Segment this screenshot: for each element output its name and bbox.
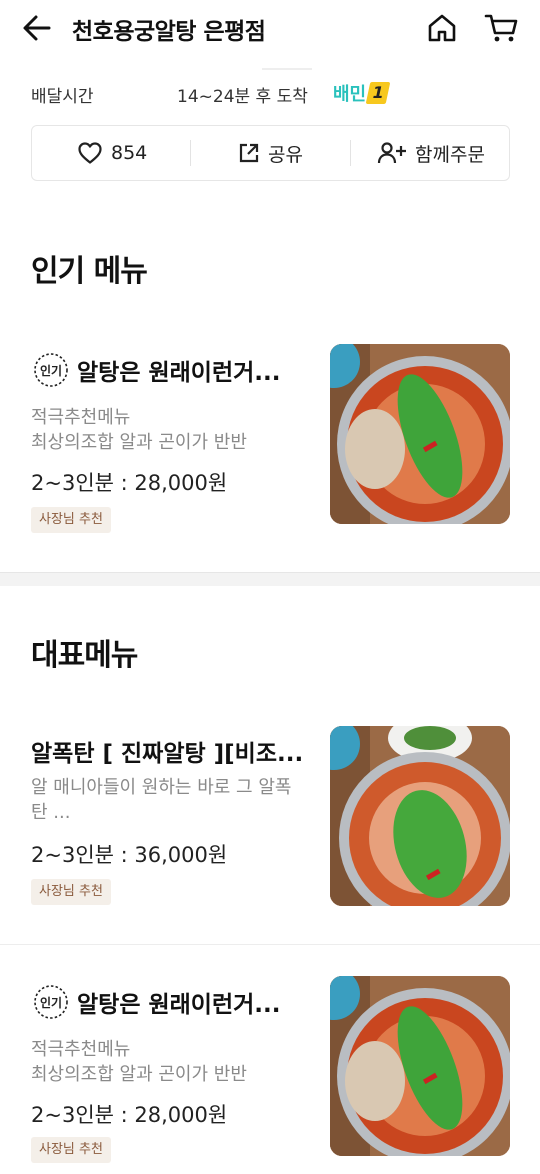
- menu-desc-line: 알 매니아들이 원하는 바로 그 알폭: [31, 777, 292, 798]
- scroll-indicator: [262, 68, 312, 70]
- menu-photo: [330, 344, 510, 524]
- popular-menu-title: 인기 메뉴: [31, 254, 148, 289]
- store-action-bar: 854 공유 함께주문: [31, 125, 510, 181]
- like-button[interactable]: 854: [77, 126, 147, 180]
- menu-item[interactable]: 인기 알탕은 원래이런거... 적극추천메뉴 최상의조합 알과 곤이가 반반 2…: [0, 330, 540, 560]
- menu-name: 알탕은 원래이런거...: [77, 992, 281, 1018]
- popular-badge: 인기: [31, 350, 71, 390]
- delivery-time: 14~24분 후 도착: [177, 87, 308, 107]
- cart-icon[interactable]: [484, 12, 520, 44]
- share-label: 공유: [268, 143, 303, 166]
- menu-photo: [330, 976, 510, 1156]
- menu-description: 적극추천메뉴 최상의조합 알과 곤이가 반반: [31, 405, 321, 455]
- app-header: 천호용궁알탕 은평점: [0, 0, 540, 56]
- menu-item[interactable]: 알폭탄 [ 진짜알탕 ][비조... 알 매니아들이 원하는 바로 그 알폭 탄…: [0, 712, 540, 937]
- menu-desc-line: 적극추천메뉴: [31, 407, 131, 428]
- delivery-label: 배달시간: [31, 87, 94, 107]
- menu-name-row: 인기 알탕은 원래이런거...: [31, 982, 281, 1022]
- menu-photo: [330, 726, 510, 906]
- altang-photo-icon: [330, 976, 510, 1156]
- owner-recommend-tag: 사장님 추천: [31, 507, 111, 533]
- popular-badge-label: 인기: [39, 995, 63, 1010]
- like-count: 854: [111, 142, 148, 164]
- menu-name: 알폭탄 [ 진짜알탕 ][비조...: [31, 741, 304, 767]
- store-title: 천호용궁알탕 은평점: [72, 19, 266, 45]
- menu-description: 알 매니아들이 원하는 바로 그 알폭 탄 ...: [31, 775, 321, 825]
- menu-description: 적극추천메뉴 최상의조합 알과 곤이가 반반: [31, 1037, 321, 1087]
- altang-photo-icon: [330, 344, 510, 524]
- menu-name: 알탕은 원래이런거...: [77, 360, 281, 386]
- action-divider: [190, 140, 191, 166]
- home-icon[interactable]: [426, 12, 458, 44]
- menu-desc-line: 적극추천메뉴: [31, 1039, 131, 1060]
- signature-menu-title: 대표메뉴: [31, 638, 138, 673]
- row-divider: [0, 944, 540, 945]
- menu-price: 2~3인분 : 36,000원: [31, 843, 228, 867]
- action-divider: [350, 140, 351, 166]
- add-person-icon: [377, 142, 406, 164]
- menu-name-row: 인기 알탕은 원래이런거...: [31, 350, 281, 390]
- menu-desc-line: 최상의조합 알과 곤이가 반반: [31, 1064, 247, 1085]
- section-divider: [0, 572, 540, 586]
- menu-price: 2~3인분 : 28,000원: [31, 1103, 228, 1127]
- owner-recommend-tag: 사장님 추천: [31, 879, 111, 905]
- popular-badge: 인기: [31, 982, 71, 1022]
- delivery-info: 배달시간 14~24분 후 도착 배민 1: [31, 80, 511, 108]
- share-icon: [239, 143, 259, 163]
- menu-item[interactable]: 인기 알탕은 원래이런거... 적극추천메뉴 최상의조합 알과 곤이가 반반 2…: [0, 962, 540, 1174]
- group-order-button[interactable]: 함께주문: [377, 126, 485, 180]
- heart-icon: [78, 142, 102, 164]
- share-button[interactable]: 공유: [238, 126, 303, 180]
- owner-recommend-tag: 사장님 추천: [31, 1137, 111, 1163]
- baemin-badge-number: 1: [365, 82, 391, 104]
- menu-price: 2~3인분 : 28,000원: [31, 471, 228, 495]
- popular-badge-label: 인기: [39, 363, 63, 378]
- baemin-one-badge: 배민 1: [333, 80, 391, 106]
- altang-photo-icon: [330, 726, 510, 906]
- baemin-badge-text: 배민: [333, 84, 367, 105]
- menu-desc-line: 최상의조합 알과 곤이가 반반: [31, 432, 247, 453]
- arrow-left-icon[interactable]: [22, 14, 52, 42]
- group-order-label: 함께주문: [415, 143, 485, 166]
- menu-desc-line: 탄 ...: [31, 802, 71, 823]
